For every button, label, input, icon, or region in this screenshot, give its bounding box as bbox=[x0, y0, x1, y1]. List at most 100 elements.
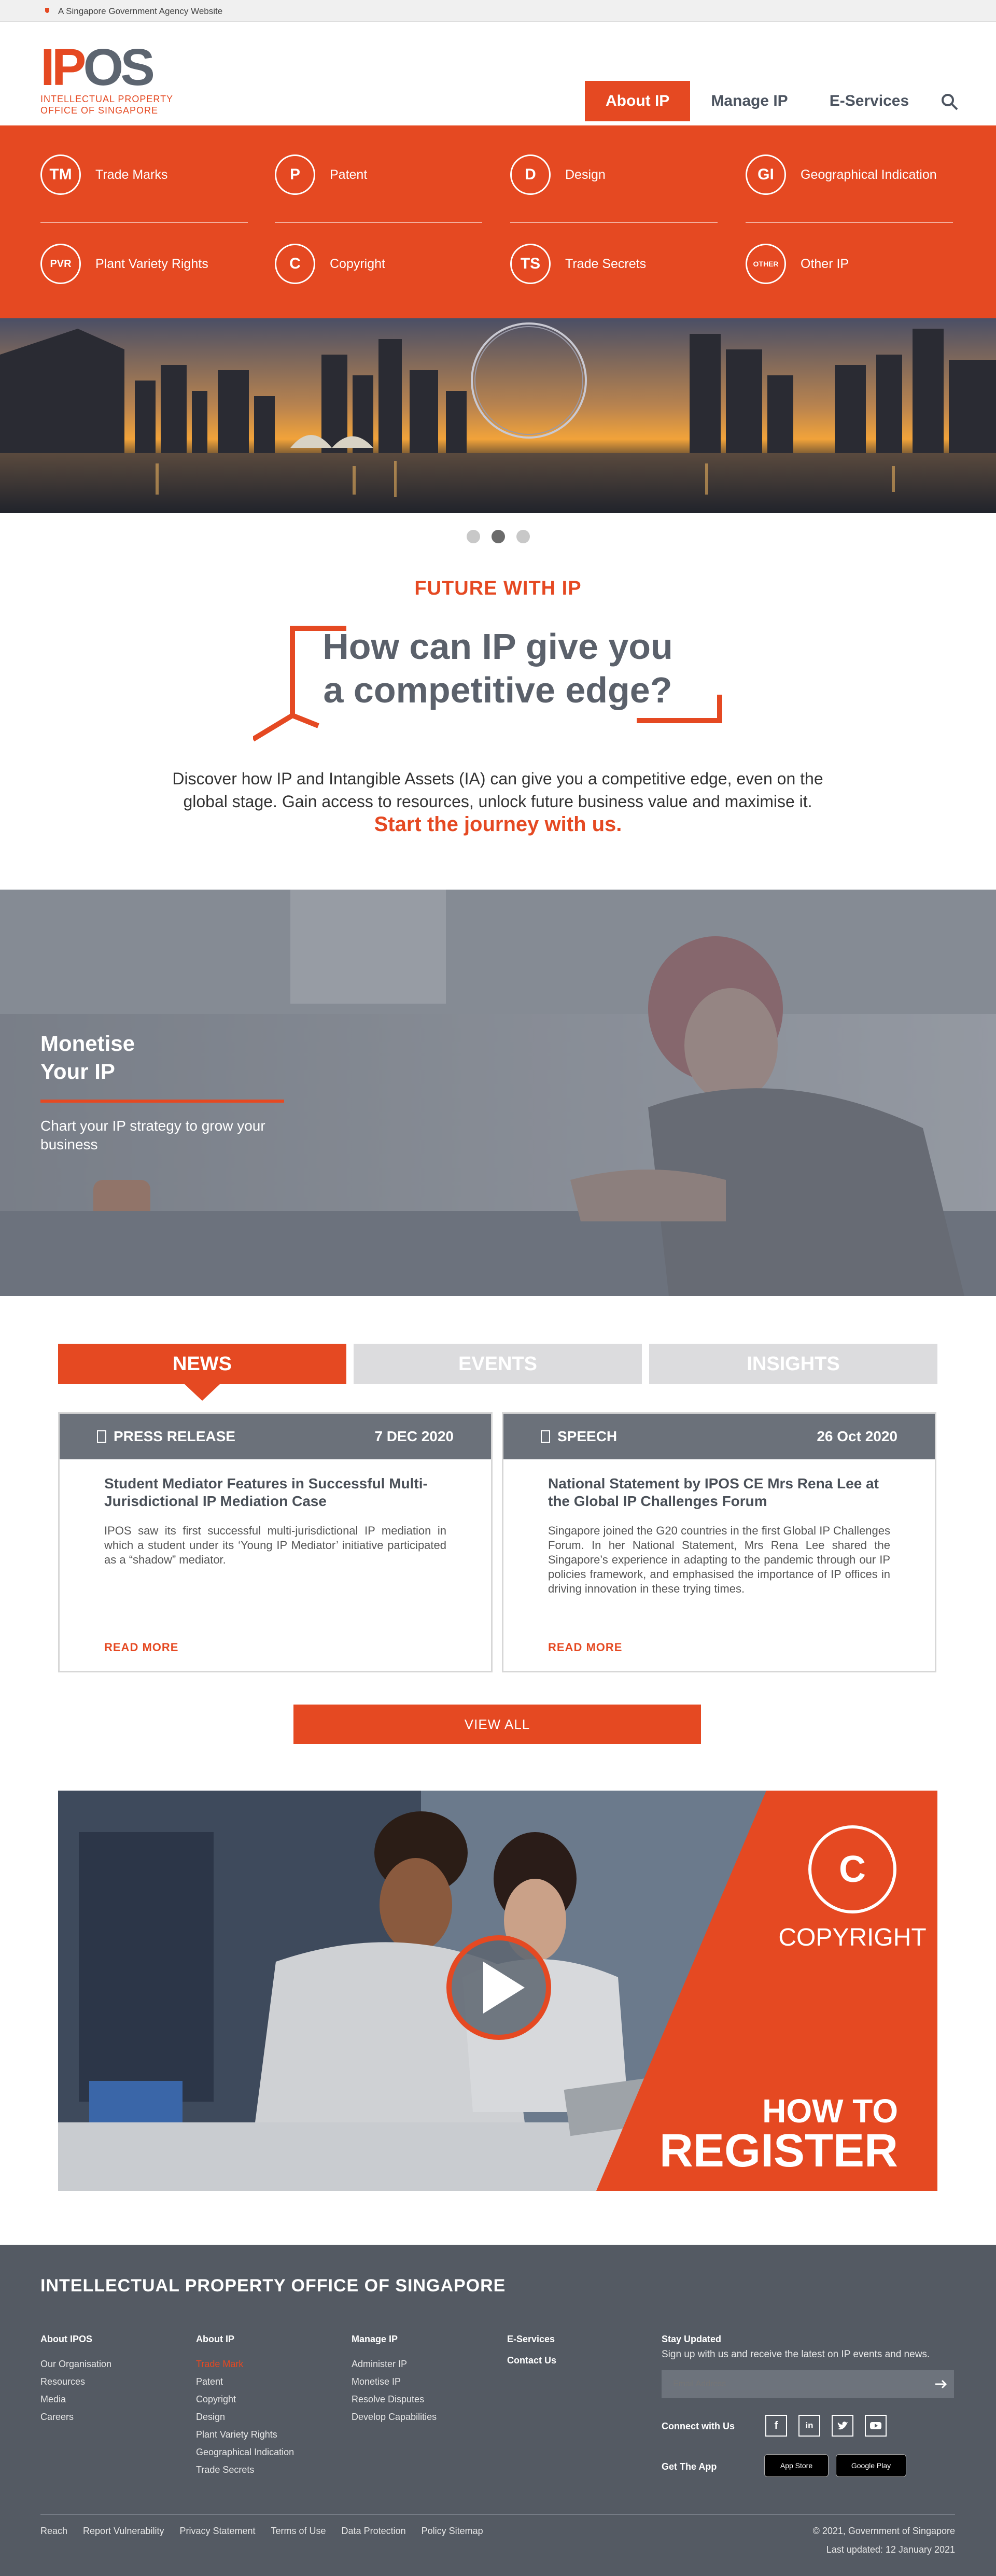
footer-divider bbox=[40, 2514, 955, 2515]
copyright-icon: C bbox=[275, 244, 315, 284]
copyright-badge-icon: C bbox=[839, 1849, 866, 1890]
copyright-video-promo[interactable]: C COPYRIGHT HOW TO REGISTER bbox=[58, 1791, 937, 2191]
terms-of-use-link[interactable]: Terms of Use bbox=[271, 2526, 326, 2537]
footer-col-heading[interactable]: About IP bbox=[196, 2334, 341, 2345]
headline-line-1: How can IP give you bbox=[322, 626, 673, 667]
menu-item-trade-marks[interactable]: TM Trade Marks bbox=[40, 153, 248, 196]
menu-item-trade-secrets[interactable]: TS Trade Secrets bbox=[510, 243, 718, 285]
menu-item-plant-variety-rights[interactable]: PVR Plant Variety Rights bbox=[40, 243, 248, 285]
footer-col-manage-ip: Manage IP Administer IP Monetise IP Reso… bbox=[352, 2334, 497, 2426]
gi-icon: GI bbox=[746, 154, 786, 195]
play-icon[interactable] bbox=[447, 1936, 551, 2039]
carousel-dots bbox=[0, 530, 996, 544]
email-input[interactable] bbox=[662, 2370, 954, 2398]
logo-mark: IPOS bbox=[40, 38, 155, 96]
divider bbox=[275, 222, 482, 223]
read-more-link[interactable]: READ MORE bbox=[104, 1641, 178, 1654]
read-more-link[interactable]: READ MORE bbox=[548, 1641, 622, 1654]
news-card[interactable]: SPEECH 26 Oct 2020 National Statement by… bbox=[502, 1412, 936, 1672]
footer-title: INTELLECTUAL PROPERTY OFFICE OF SINGAPOR… bbox=[40, 2276, 506, 2296]
contact-us-link[interactable]: Contact Us bbox=[507, 2355, 652, 2366]
reach-link[interactable]: Reach bbox=[40, 2526, 67, 2537]
arrow-right-icon[interactable] bbox=[928, 2370, 954, 2398]
news-card[interactable]: PRESS RELEASE 7 DEC 2020 Student Mediato… bbox=[58, 1412, 493, 1672]
report-vulnerability-link[interactable]: Report Vulnerability bbox=[83, 2526, 164, 2537]
footer-link[interactable]: Administer IP bbox=[352, 2355, 497, 2373]
connect-label: Connect with Us bbox=[662, 2421, 735, 2431]
youtube-icon[interactable] bbox=[865, 2415, 887, 2437]
app-store-badge[interactable]: App Store bbox=[764, 2454, 829, 2477]
footer-col-heading[interactable]: E-Services bbox=[507, 2334, 652, 2345]
monetise-banner[interactable]: Monetise Your IP Chart your IP strategy … bbox=[0, 890, 996, 1296]
document-icon bbox=[97, 1430, 106, 1443]
content-tabs: NEWS EVENTS INSIGHTS bbox=[58, 1344, 937, 1385]
footer-col-e-services: E-Services Contact Us bbox=[507, 2334, 652, 2376]
menu-item-other-ip[interactable]: OTHER Other IP bbox=[746, 243, 953, 285]
menu-label: Other IP bbox=[801, 256, 849, 271]
tab-insights[interactable]: INSIGHTS bbox=[649, 1344, 937, 1384]
footer-col-heading[interactable]: About IPOS bbox=[40, 2334, 186, 2345]
menu-label: Trade Secrets bbox=[565, 256, 647, 271]
google-play-badge[interactable]: Google Play bbox=[836, 2454, 906, 2477]
privacy-statement-link[interactable]: Privacy Statement bbox=[179, 2526, 255, 2537]
footer-link[interactable]: Media bbox=[40, 2390, 186, 2408]
tab-events[interactable]: EVENTS bbox=[354, 1344, 642, 1384]
ipos-logo[interactable]: IPOS INTELLECTUAL PROPERTY OFFICE OF SIN… bbox=[40, 41, 175, 116]
gov-bar: A Singapore Government Agency Website bbox=[0, 0, 996, 22]
footer-link[interactable]: Trade Mark bbox=[196, 2355, 341, 2373]
stay-updated-desc: Sign up with us and receive the latest o… bbox=[662, 2349, 930, 2360]
footer-link[interactable]: Design bbox=[196, 2408, 341, 2426]
nav-about-ip[interactable]: About IP bbox=[585, 81, 691, 121]
footer-link[interactable]: Patent bbox=[196, 2373, 341, 2390]
tab-news[interactable]: NEWS bbox=[58, 1344, 346, 1384]
footer-col-about-ip: About IP Trade Mark Patent Copyright Des… bbox=[196, 2334, 341, 2479]
news-card-header: SPEECH 26 Oct 2020 bbox=[503, 1414, 935, 1459]
footer-col-heading[interactable]: Manage IP bbox=[352, 2334, 497, 2345]
site-footer: INTELLECTUAL PROPERTY OFFICE OF SINGAPOR… bbox=[0, 2245, 996, 2576]
about-ip-mega-menu: TM Trade Marks P Patent D Design GI Geograph… bbox=[0, 125, 996, 318]
policy-sitemap-link[interactable]: Policy Sitemap bbox=[422, 2526, 483, 2537]
nav-e-services[interactable]: E-Services bbox=[809, 81, 930, 121]
view-all-button[interactable]: VIEW ALL bbox=[293, 1705, 701, 1744]
twitter-icon[interactable] bbox=[832, 2415, 853, 2437]
nav-manage-ip[interactable]: Manage IP bbox=[690, 81, 808, 121]
carousel-dot-1[interactable] bbox=[466, 530, 480, 543]
menu-item-geographical-indication[interactable]: GI Geographical Indication bbox=[746, 153, 953, 196]
footer-link[interactable]: Resolve Disputes bbox=[352, 2390, 497, 2408]
footer-link[interactable]: Copyright bbox=[196, 2390, 341, 2408]
footer-link[interactable]: Careers bbox=[40, 2408, 186, 2426]
footer-link[interactable]: Monetise IP bbox=[352, 2373, 497, 2390]
news-category: PRESS RELEASE bbox=[114, 1428, 235, 1444]
news-date: 26 Oct 2020 bbox=[817, 1428, 897, 1444]
carousel-dot-2[interactable] bbox=[491, 530, 505, 543]
menu-item-design[interactable]: D Design bbox=[510, 153, 718, 196]
how-to-line: HOW TO bbox=[762, 2092, 898, 2130]
footer-col-about-ipos: About IPOS Our Organisation Resources Me… bbox=[40, 2334, 186, 2426]
carousel-dot-3[interactable] bbox=[516, 530, 530, 543]
menu-item-patent[interactable]: P Patent bbox=[275, 153, 482, 196]
news-title[interactable]: Student Mediator Features in Successful … bbox=[60, 1459, 491, 1510]
stay-updated-heading: Stay Updated bbox=[662, 2334, 722, 2344]
footer-link[interactable]: Develop Capabilities bbox=[352, 2408, 497, 2426]
search-icon[interactable] bbox=[940, 92, 959, 111]
logo-line2: OFFICE OF SINGAPORE bbox=[40, 105, 159, 116]
start-journey-link[interactable]: Start the journey with us. bbox=[0, 813, 996, 836]
footer-link[interactable]: Geographical Indication bbox=[196, 2443, 341, 2461]
register-line: REGISTER bbox=[659, 2125, 898, 2177]
headline-line-2: a competitive edge? bbox=[323, 670, 672, 710]
other-ip-icon: OTHER bbox=[746, 244, 786, 284]
linkedin-icon[interactable]: in bbox=[798, 2415, 820, 2437]
news-title[interactable]: National Statement by IPOS CE Mrs Rena L… bbox=[503, 1459, 935, 1510]
data-protection-link[interactable]: Data Protection bbox=[342, 2526, 406, 2537]
footer-bottom-links: Reach Report Vulnerability Privacy State… bbox=[40, 2526, 483, 2537]
facebook-icon[interactable]: f bbox=[765, 2415, 787, 2437]
menu-item-copyright[interactable]: C Copyright bbox=[275, 243, 482, 285]
divider bbox=[746, 222, 953, 223]
footer-link[interactable]: Trade Secrets bbox=[196, 2461, 341, 2479]
menu-label: Patent bbox=[330, 167, 368, 182]
footer-link[interactable]: Plant Variety Rights bbox=[196, 2426, 341, 2443]
footer-link[interactable]: Our Organisation bbox=[40, 2355, 186, 2373]
future-with-ip-section: FUTURE WITH IP How can IP give you a com… bbox=[0, 570, 996, 871]
footer-link[interactable]: Resources bbox=[40, 2373, 186, 2390]
monetise-title-line-1: Monetise bbox=[40, 1031, 135, 1055]
